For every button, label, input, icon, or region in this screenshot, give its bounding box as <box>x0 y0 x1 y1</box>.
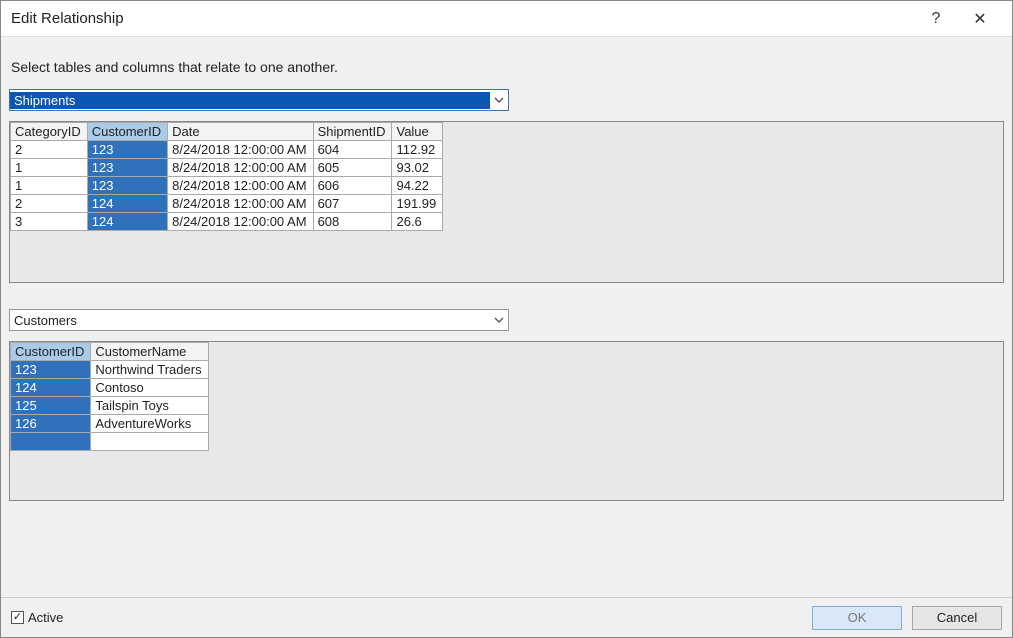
cancel-button[interactable]: Cancel <box>912 606 1002 630</box>
chevron-down-icon <box>490 95 508 105</box>
table-row[interactable]: 124 Contoso <box>11 379 209 397</box>
primary-table[interactable]: CategoryID CustomerID Date ShipmentID Va… <box>10 122 443 231</box>
related-table-combo-text: Customers <box>10 312 490 329</box>
checkbox-icon: ✓ <box>11 611 24 624</box>
primary-table-combo-text: Shipments <box>10 92 490 109</box>
ok-button[interactable]: OK <box>812 606 902 630</box>
table-header-row: CategoryID CustomerID Date ShipmentID Va… <box>11 123 443 141</box>
help-button[interactable]: ? <box>914 1 958 37</box>
col-value[interactable]: Value <box>392 123 443 141</box>
table-row[interactable] <box>11 433 209 451</box>
col-date[interactable]: Date <box>168 123 313 141</box>
col-customerid[interactable]: CustomerID <box>11 343 91 361</box>
chevron-down-icon <box>490 315 508 325</box>
dialog-content: Select tables and columns that relate to… <box>1 37 1012 597</box>
active-checkbox-label: Active <box>28 610 63 625</box>
close-button[interactable]: ✕ <box>958 1 1002 37</box>
related-table-combo[interactable]: Customers <box>9 309 509 331</box>
col-shipmentid[interactable]: ShipmentID <box>313 123 392 141</box>
table-row[interactable]: 125 Tailspin Toys <box>11 397 209 415</box>
table-row[interactable]: 2 124 8/24/2018 12:00:00 AM 607 191.99 <box>11 195 443 213</box>
instruction-text: Select tables and columns that relate to… <box>11 59 1004 75</box>
related-table[interactable]: CustomerID CustomerName 123 Northwind Tr… <box>10 342 209 451</box>
col-customername[interactable]: CustomerName <box>91 343 208 361</box>
titlebar: Edit Relationship ? ✕ <box>1 1 1012 37</box>
col-categoryid[interactable]: CategoryID <box>11 123 88 141</box>
table-row[interactable]: 123 Northwind Traders <box>11 361 209 379</box>
close-icon: ✕ <box>973 9 986 29</box>
table-row[interactable]: 1 123 8/24/2018 12:00:00 AM 605 93.02 <box>11 159 443 177</box>
active-checkbox[interactable]: ✓ Active <box>11 610 63 625</box>
table-row[interactable]: 2 123 8/24/2018 12:00:00 AM 604 112.92 <box>11 141 443 159</box>
table-row[interactable]: 126 AdventureWorks <box>11 415 209 433</box>
primary-table-combo[interactable]: Shipments <box>9 89 509 111</box>
related-table-grid[interactable]: CustomerID CustomerName 123 Northwind Tr… <box>9 341 1004 501</box>
table-header-row: CustomerID CustomerName <box>11 343 209 361</box>
dialog-footer: ✓ Active OK Cancel <box>1 597 1012 637</box>
col-customerid[interactable]: CustomerID <box>87 123 167 141</box>
table-row[interactable]: 1 123 8/24/2018 12:00:00 AM 606 94.22 <box>11 177 443 195</box>
help-icon: ? <box>932 10 941 28</box>
edit-relationship-dialog: Edit Relationship ? ✕ Select tables and … <box>0 0 1013 638</box>
table-row[interactable]: 3 124 8/24/2018 12:00:00 AM 608 26.6 <box>11 213 443 231</box>
primary-table-grid[interactable]: CategoryID CustomerID Date ShipmentID Va… <box>9 121 1004 283</box>
dialog-title: Edit Relationship <box>11 10 914 27</box>
